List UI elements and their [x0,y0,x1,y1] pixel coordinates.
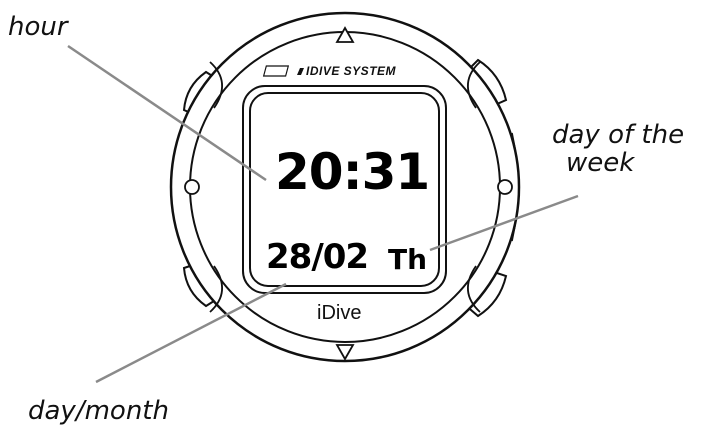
left-marker-icon [184,179,200,195]
model-name: iDive [317,302,362,324]
logo-text: IDIVE SYSTEM [306,64,397,78]
date-display: 28/02 [266,237,369,277]
time-display: 20:31 [275,143,430,201]
label-hour: hour [8,12,68,42]
weekday-display: Th [388,243,428,276]
label-day-month: day/month [28,396,169,426]
label-day-of-week-line1: day of the [552,120,685,150]
watch-diagram: hour day of the week day/month IDIVE SYS… [0,0,702,431]
label-day-of-week-line2: week [566,148,635,178]
right-marker-icon [497,179,513,195]
